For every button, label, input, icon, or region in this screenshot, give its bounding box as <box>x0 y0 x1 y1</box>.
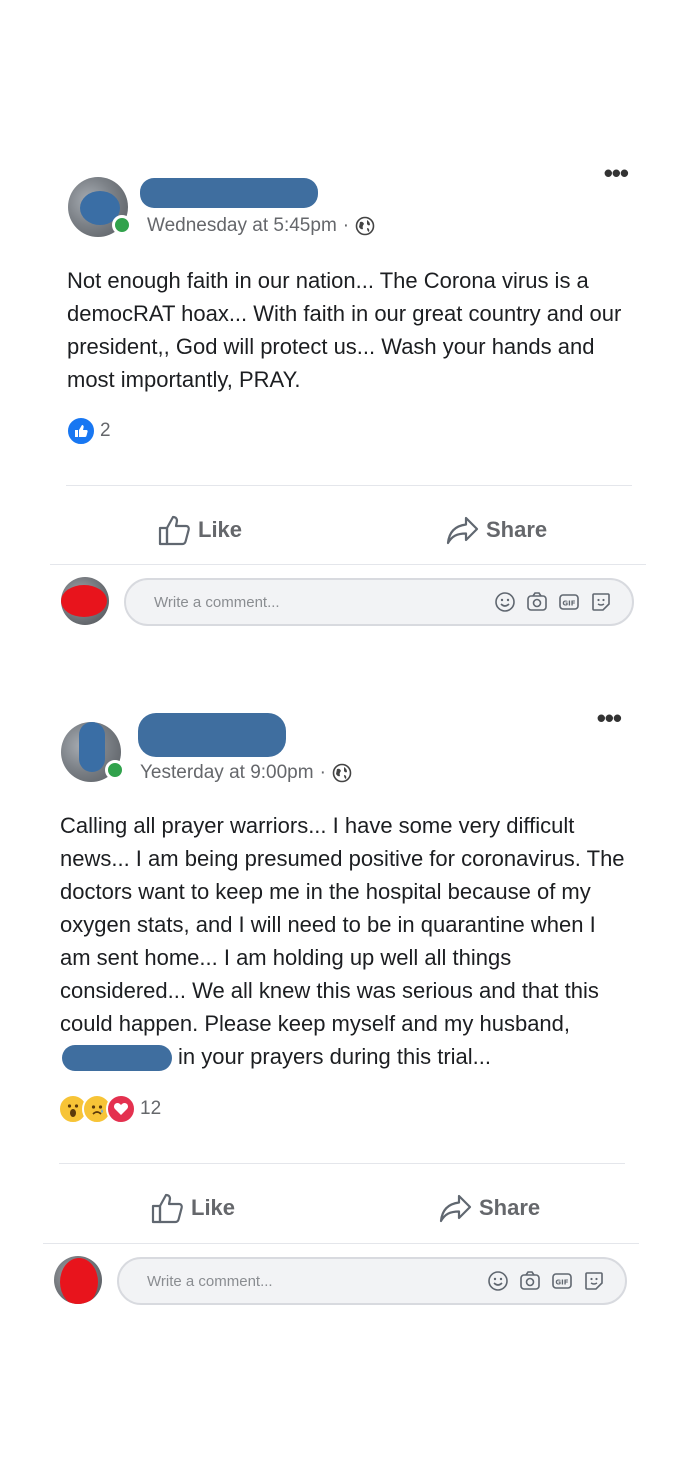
globe-icon <box>332 763 352 783</box>
post-text: Calling all prayer warriors... I have so… <box>60 809 626 1073</box>
svg-text:GIF: GIF <box>562 600 575 608</box>
author-avatar[interactable] <box>61 722 125 782</box>
share-label: Share <box>479 1195 541 1220</box>
author-name-redacted[interactable] <box>140 178 318 208</box>
gif-icon[interactable]: GIF <box>551 1270 573 1292</box>
reaction-summary[interactable]: 12 <box>58 1094 161 1124</box>
avatar-redaction <box>60 1258 98 1304</box>
avatar-redaction <box>61 585 107 617</box>
post-text-main: Calling all prayer warriors... I have so… <box>60 813 625 1036</box>
more-options-icon[interactable]: ••• <box>604 160 629 186</box>
comment-input[interactable]: Write a comment... GIF <box>124 578 634 626</box>
post-meta: Yesterday at 9:00pm · <box>140 762 352 784</box>
post-text: Not enough faith in our nation... The Co… <box>67 268 622 392</box>
divider <box>66 485 632 486</box>
avatar-redaction <box>79 722 105 772</box>
like-label: Like <box>191 1195 236 1220</box>
post-timestamp[interactable]: Wednesday at 5:45pm <box>147 215 337 237</box>
gif-icon[interactable]: GIF <box>558 591 580 613</box>
svg-text:GIF: GIF <box>555 1279 568 1287</box>
emoji-icon[interactable] <box>487 1270 509 1292</box>
share-arrow-icon <box>439 1194 472 1223</box>
camera-icon[interactable] <box>519 1270 541 1292</box>
author-name-redacted[interactable] <box>138 713 286 757</box>
online-status-indicator <box>105 760 125 780</box>
divider <box>59 1163 625 1164</box>
comment-placeholder: Write a comment... <box>147 1272 273 1290</box>
my-avatar[interactable] <box>54 1256 102 1304</box>
like-button[interactable]: Like <box>151 1192 235 1224</box>
comment-placeholder: Write a comment... <box>154 593 280 611</box>
thumbs-up-icon <box>158 515 190 546</box>
like-button[interactable]: Like <box>158 514 242 546</box>
my-avatar[interactable] <box>61 577 109 625</box>
post-text-husband: husband, <box>479 1011 571 1036</box>
author-avatar[interactable] <box>68 177 132 237</box>
sticker-icon[interactable] <box>583 1270 605 1292</box>
post-text-end: in your prayers during this trial... <box>178 1044 492 1069</box>
share-arrow-icon <box>446 516 479 545</box>
emoji-icon[interactable] <box>494 591 516 613</box>
reaction-count: 12 <box>140 1098 162 1119</box>
meta-separator: · <box>319 762 326 783</box>
reaction-count: 2 <box>100 420 111 441</box>
more-options-icon[interactable]: ••• <box>597 705 622 731</box>
share-button[interactable]: Share <box>439 1192 540 1224</box>
like-label: Like <box>198 517 243 542</box>
divider <box>43 1243 639 1244</box>
globe-icon <box>355 216 375 236</box>
divider <box>50 564 646 565</box>
online-status-indicator <box>112 215 132 235</box>
like-reaction-icon <box>66 416 96 446</box>
name-redacted <box>62 1045 172 1072</box>
post-timestamp[interactable]: Yesterday at 9:00pm <box>140 762 314 784</box>
comment-input[interactable]: Write a comment... GIF <box>117 1257 627 1305</box>
camera-icon[interactable] <box>526 591 548 613</box>
sticker-icon[interactable] <box>590 591 612 613</box>
post-meta: Wednesday at 5:45pm · <box>147 215 375 237</box>
thumbs-up-icon <box>151 1193 183 1224</box>
reaction-summary[interactable]: 2 <box>66 416 111 446</box>
love-reaction-icon <box>106 1094 136 1124</box>
share-button[interactable]: Share <box>446 514 547 546</box>
meta-separator: · <box>342 215 350 236</box>
share-label: Share <box>486 517 548 542</box>
